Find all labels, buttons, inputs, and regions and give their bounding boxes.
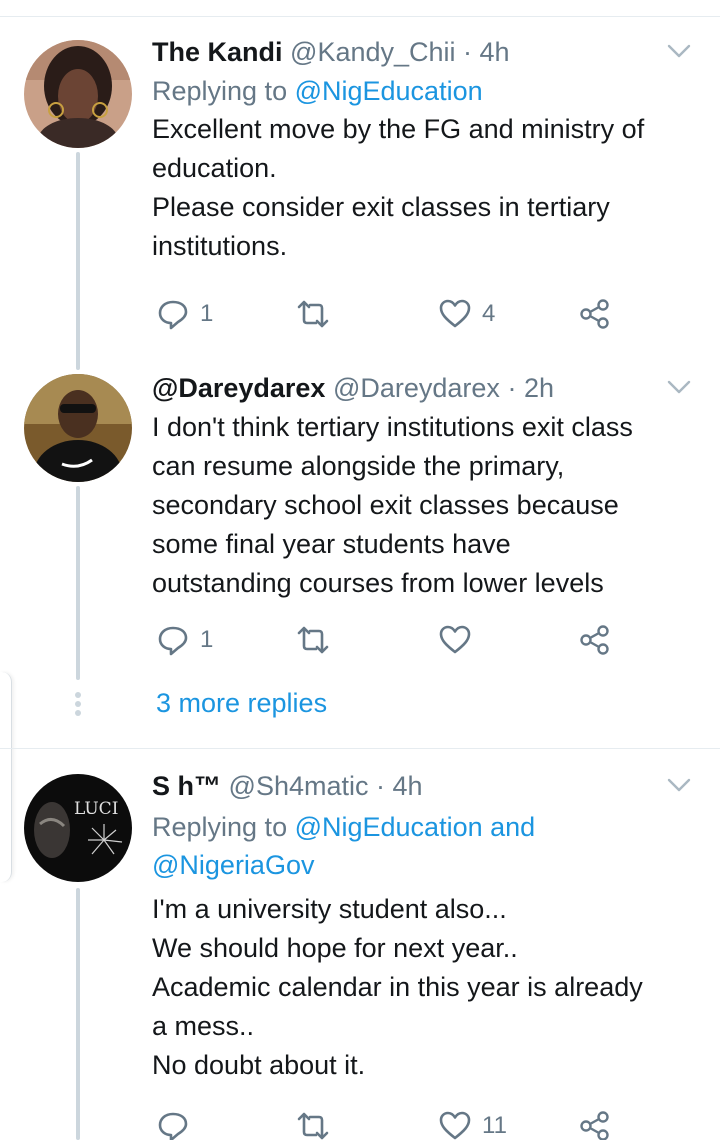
like-button[interactable]: 11	[438, 1106, 507, 1140]
like-count: 4	[482, 300, 496, 327]
chevron-down-icon[interactable]	[666, 374, 692, 400]
timestamp[interactable]: · 2h	[507, 373, 554, 403]
avatar-image	[24, 40, 132, 148]
retweet-button[interactable]	[296, 620, 340, 660]
mention-link[interactable]: @NigEducation	[295, 76, 483, 106]
heart-icon	[439, 1111, 471, 1140]
avatar-image	[24, 374, 132, 482]
timestamp[interactable]: · 4h	[376, 771, 423, 801]
retweet-button[interactable]	[296, 294, 340, 334]
display-name[interactable]: The Kandi	[152, 37, 283, 67]
tweet-actions: 1 4	[156, 294, 626, 334]
more-replies-dots	[73, 692, 83, 719]
body-line: We should hope for next year..	[152, 933, 518, 963]
tweet-body: I don't think tertiary institutions exit…	[152, 408, 702, 603]
body-line: some final year students have	[152, 529, 511, 559]
body-line: Please consider exit classes in tertiary	[152, 192, 610, 222]
retweet-icon	[297, 1112, 329, 1140]
share-icon	[580, 299, 609, 329]
retweet-button[interactable]	[296, 1106, 340, 1140]
reply-icon	[158, 626, 188, 656]
share-icon	[580, 625, 609, 655]
more-replies-link[interactable]: 3 more replies	[156, 688, 327, 719]
reply-icon	[158, 300, 188, 330]
heart-icon	[439, 625, 471, 654]
reply-count: 1	[200, 300, 214, 327]
body-line: I don't think tertiary institutions exit…	[152, 412, 633, 442]
chevron-down-icon[interactable]	[666, 38, 692, 64]
body-line: education.	[152, 153, 277, 183]
like-count: 11	[482, 1112, 507, 1139]
reply-button[interactable]: 1	[156, 294, 213, 334]
tweet-actions: 1	[156, 620, 626, 660]
like-button[interactable]: 4	[438, 294, 495, 334]
retweet-icon	[297, 626, 329, 654]
tweet-header: @Dareydarex @Dareydarex · 2h	[152, 372, 702, 404]
tweet-body: I'm a university student also... We shou…	[152, 890, 702, 1085]
section-divider	[0, 748, 720, 749]
body-line: outstanding courses from lower levels	[152, 568, 604, 598]
replying-to: Replying to @NigEducation	[152, 72, 702, 110]
body-line: institutions.	[152, 231, 288, 261]
reply-button[interactable]: 1	[156, 620, 213, 660]
reply-count: 1	[200, 626, 214, 653]
replying-prefix: Replying to	[152, 76, 295, 106]
timestamp[interactable]: · 4h	[463, 37, 510, 67]
like-button[interactable]	[438, 620, 482, 660]
chevron-down-icon[interactable]	[666, 772, 692, 798]
heart-icon	[439, 299, 471, 328]
reply-button[interactable]	[156, 1106, 200, 1140]
tweet-header: The Kandi @Kandy_Chii · 4h	[152, 36, 702, 68]
mention-link[interactable]: @NigEducation and	[295, 812, 536, 842]
replying-to: Replying to @NigEducation and @NigeriaGo…	[152, 808, 702, 884]
top-divider	[0, 16, 720, 17]
tweet-body: Excellent move by the FG and ministry of…	[152, 110, 702, 266]
handle[interactable]: @Dareydarex	[333, 373, 500, 403]
avatar[interactable]	[24, 40, 132, 148]
body-line: Academic calendar in this year is alread…	[152, 972, 643, 1002]
reply-icon	[158, 1112, 188, 1140]
body-line: secondary school exit classes because	[152, 490, 619, 520]
mention-link[interactable]: @NigeriaGov	[152, 846, 702, 884]
handle[interactable]: @Sh4matic	[229, 771, 369, 801]
share-button[interactable]	[578, 294, 612, 334]
thread-line	[76, 888, 80, 1140]
body-line: Excellent move by the FG and ministry of	[152, 114, 645, 144]
thread-line	[76, 486, 80, 680]
body-line: can resume alongside the primary,	[152, 451, 565, 481]
avatar-image: LUCI	[24, 774, 132, 882]
retweet-icon	[297, 300, 329, 328]
replying-prefix: Replying to	[152, 812, 295, 842]
tweet-actions: 11	[156, 1106, 626, 1140]
body-line: a mess..	[152, 1011, 255, 1041]
avatar[interactable]	[24, 374, 132, 482]
body-line: I'm a university student also...	[152, 894, 507, 924]
avatar-logo-text: LUCI	[74, 799, 118, 819]
share-button[interactable]	[578, 1106, 612, 1140]
display-name[interactable]: S h™	[152, 771, 221, 801]
share-icon	[580, 1111, 609, 1140]
display-name[interactable]: @Dareydarex	[152, 373, 325, 403]
share-button[interactable]	[578, 620, 612, 660]
edge-shadow	[0, 672, 12, 882]
body-line: No doubt about it.	[152, 1050, 366, 1080]
tweet-header: S h™ @Sh4matic · 4h	[152, 770, 702, 802]
avatar[interactable]: LUCI	[24, 774, 132, 882]
handle[interactable]: @Kandy_Chii	[290, 37, 456, 67]
thread-line	[76, 152, 80, 370]
